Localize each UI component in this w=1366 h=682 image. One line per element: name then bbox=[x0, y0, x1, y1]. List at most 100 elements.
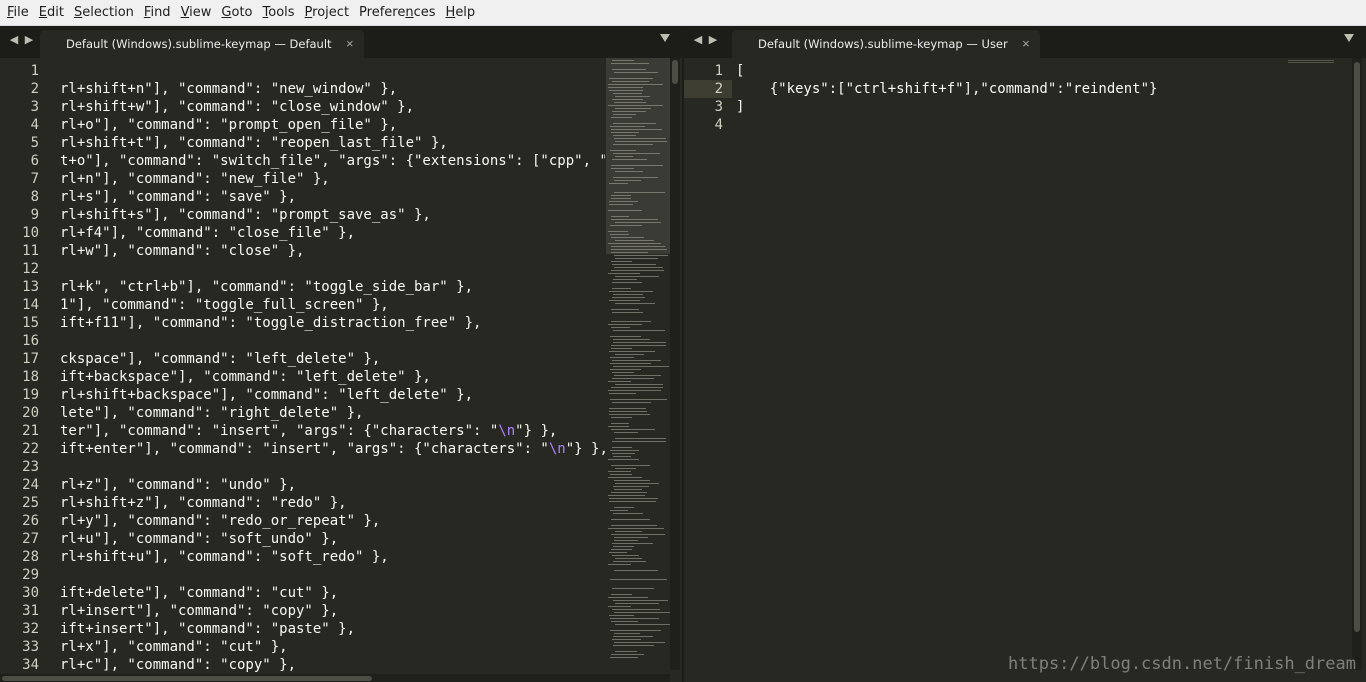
line-number: 11 bbox=[22, 243, 39, 259]
line-number: 23 bbox=[22, 459, 39, 475]
code-area[interactable]: rl+shift+n"], "command": "new_window" },… bbox=[60, 58, 605, 682]
minimap[interactable] bbox=[1288, 58, 1340, 670]
menu-help[interactable]: Help bbox=[441, 0, 481, 26]
minimap-line bbox=[615, 303, 655, 304]
code-editor-left[interactable]: 1 2 3 4 5 6 7 8 9 10 11 12 13 14 15 16 17 18 19 20 21 22 23 24 2… bbox=[0, 58, 682, 682]
minimap-line bbox=[615, 108, 651, 109]
close-icon[interactable]: × bbox=[346, 36, 354, 51]
chevron-down-icon[interactable] bbox=[660, 34, 670, 42]
code-line: rl+s"], "command": "save" }, bbox=[60, 189, 297, 205]
scrollbar-thumb[interactable] bbox=[2, 676, 372, 681]
line-number: 30 bbox=[22, 585, 39, 601]
minimap-line bbox=[611, 621, 638, 622]
minimap-line bbox=[611, 345, 666, 346]
minimap-line bbox=[608, 459, 639, 460]
menu-tools[interactable]: Tools bbox=[258, 0, 300, 26]
menu-preferences[interactable]: Preferences bbox=[354, 0, 440, 26]
minimap-line bbox=[611, 423, 629, 424]
minimap-line bbox=[610, 618, 659, 619]
line-number: 20 bbox=[22, 405, 39, 421]
minimap-line bbox=[614, 537, 648, 538]
vertical-scrollbar[interactable] bbox=[670, 58, 680, 670]
scrollbar-thumb[interactable] bbox=[672, 60, 678, 84]
minimap-line bbox=[612, 81, 649, 82]
minimap-line bbox=[610, 399, 667, 400]
minimap-line bbox=[613, 114, 636, 115]
tab-user-keymap[interactable]: Default (Windows).sublime-keymap — User … bbox=[732, 30, 1040, 58]
line-number: 19 bbox=[22, 387, 39, 403]
minimap-line bbox=[612, 609, 660, 610]
code-line: rl+w"], "command": "close" }, bbox=[60, 243, 305, 259]
close-icon[interactable]: × bbox=[1022, 36, 1030, 51]
minimap-line bbox=[609, 201, 638, 202]
line-number: 9 bbox=[30, 207, 39, 223]
chevron-down-icon[interactable] bbox=[1344, 34, 1354, 42]
minimap-line bbox=[612, 264, 656, 265]
code-line: ter"], "command": "insert", "args": {"ch… bbox=[60, 423, 558, 439]
minimap-line bbox=[613, 486, 649, 487]
minimap-line bbox=[609, 498, 658, 499]
minimap-line bbox=[609, 552, 627, 553]
minimap-line bbox=[613, 600, 668, 601]
minimap-line bbox=[611, 261, 632, 262]
minimap-line bbox=[615, 603, 659, 604]
minimap-line bbox=[608, 210, 642, 211]
nav-forward-icon[interactable]: ▶ bbox=[707, 33, 719, 46]
menu-file[interactable]: File bbox=[2, 0, 34, 26]
minimap-line bbox=[612, 99, 643, 100]
minimap-line bbox=[612, 441, 666, 442]
minimap-line bbox=[612, 69, 646, 70]
line-number: 33 bbox=[22, 639, 39, 655]
line-number: 26 bbox=[22, 513, 39, 529]
minimap-line bbox=[610, 474, 632, 475]
minimap-line bbox=[611, 387, 663, 388]
menu-project[interactable]: Project bbox=[300, 0, 355, 26]
menu-edit[interactable]: Edit bbox=[34, 0, 69, 26]
code-line: rl+shift+n"], "command": "new_window" }, bbox=[60, 81, 398, 97]
nav-forward-icon[interactable]: ▶ bbox=[23, 33, 35, 46]
nav-back-icon[interactable]: ◀ bbox=[8, 33, 20, 46]
line-number: 22 bbox=[22, 441, 39, 457]
minimap-line bbox=[611, 132, 639, 133]
line-number: 28 bbox=[22, 549, 39, 565]
minimap-line bbox=[613, 279, 637, 280]
minimap-line bbox=[612, 372, 634, 373]
line-number: 10 bbox=[22, 225, 39, 241]
code-editor-right[interactable]: 1 2 3 4 [ {"keys":["ctrl+shift+f"],"command… bbox=[684, 58, 1366, 682]
nav-back-icon[interactable]: ◀ bbox=[692, 33, 704, 46]
minimap-line bbox=[614, 633, 640, 634]
line-number: 25 bbox=[22, 495, 39, 511]
minimap-line bbox=[611, 252, 648, 253]
minimap-line bbox=[609, 204, 633, 205]
minimap-line bbox=[609, 300, 640, 301]
minimap-line bbox=[611, 246, 665, 247]
menu-view[interactable]: View bbox=[176, 0, 217, 26]
minimap-line bbox=[612, 447, 632, 448]
minimap-line bbox=[615, 558, 642, 559]
code-line: rl+o"], "command": "prompt_open_file" }, bbox=[60, 117, 398, 133]
code-area[interactable]: [ {"keys":["ctrl+shift+f"],"command":"re… bbox=[736, 58, 1336, 682]
tab-default-keymap[interactable]: Default (Windows).sublime-keymap — Defau… bbox=[40, 30, 364, 58]
code-line: rl+insert"], "command": "copy" }, bbox=[60, 603, 339, 619]
minimap-line bbox=[610, 579, 667, 580]
minimap-line bbox=[611, 168, 634, 169]
code-line: rl+shift+u"], "command": "soft_redo" }, bbox=[60, 549, 389, 565]
minimap-line bbox=[614, 180, 641, 181]
code-line: rl+shift+s"], "command": "prompt_save_as… bbox=[60, 207, 431, 223]
line-number: 4 bbox=[714, 117, 723, 133]
minimap-line bbox=[612, 360, 661, 361]
menu-selection[interactable]: Selection bbox=[69, 0, 139, 26]
minimap-line bbox=[611, 417, 632, 418]
menu-find[interactable]: Find bbox=[139, 0, 176, 26]
horizontal-scrollbar[interactable] bbox=[0, 674, 670, 682]
scrollbar-thumb[interactable] bbox=[1354, 62, 1360, 632]
menu-goto[interactable]: Goto bbox=[216, 0, 257, 26]
line-number: 8 bbox=[30, 189, 39, 205]
line-number: 21 bbox=[22, 423, 39, 439]
minimap-line bbox=[608, 273, 640, 274]
minimap-line bbox=[608, 477, 642, 478]
line-number: 13 bbox=[22, 279, 39, 295]
vertical-scrollbar[interactable] bbox=[1352, 58, 1362, 670]
minimap-line bbox=[610, 357, 634, 358]
minimap[interactable] bbox=[606, 58, 670, 670]
